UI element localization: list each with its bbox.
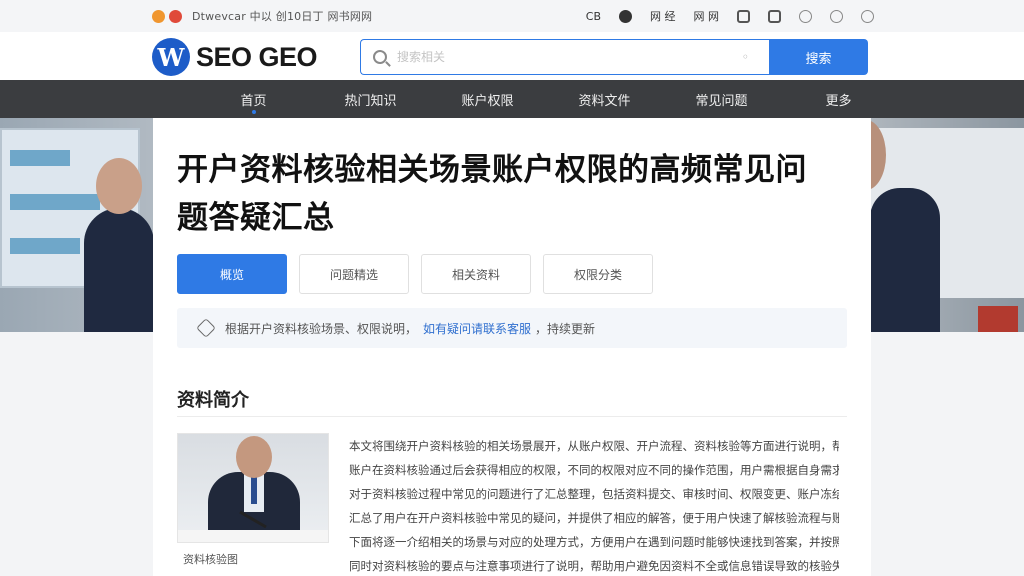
banner-person-right	[870, 188, 940, 332]
nav-item-home[interactable]: 首页	[195, 80, 312, 118]
article-thumbnail[interactable]	[177, 433, 329, 543]
status-left: Dtwevcar 中以 创10日丁 网书网网	[152, 8, 372, 24]
article-tabs: 概览 问题精选 相关资料 权限分类	[177, 254, 653, 294]
site-logo[interactable]: W SEO GEO	[152, 38, 318, 76]
status-item-lock	[768, 9, 781, 23]
section-title: 资料简介	[177, 390, 249, 411]
settings-icon	[799, 9, 812, 23]
status-item-record	[619, 9, 632, 23]
article-paragraph: 本文将围绕开户资料核验的相关场景展开，从账户权限、开户流程、资料核验等方面进行说…	[349, 439, 839, 453]
battery-icon	[737, 9, 750, 23]
page-title: 开户资料核验相关场景账户权限的高频常见问题答疑汇总	[177, 152, 807, 236]
record-icon	[619, 9, 632, 23]
status-text: Dtwevcar 中以 创10日丁 网书网网	[192, 10, 373, 23]
status-item-settings	[799, 9, 812, 23]
nav-item-faq[interactable]: 常见问题	[663, 80, 780, 118]
search-bar: ◦ 搜索	[360, 39, 868, 75]
lock-icon	[768, 9, 781, 23]
app-icon-red	[169, 9, 182, 23]
notice-tail: ，持续更新	[535, 321, 596, 336]
voice-icon[interactable]: ◦	[742, 50, 749, 64]
banner-person-left	[84, 208, 154, 332]
tab-questions[interactable]: 问题精选	[299, 254, 409, 294]
nav-item-permissions[interactable]: 账户权限	[429, 80, 546, 118]
search-box: ◦	[360, 39, 769, 75]
status-item-cb: CB	[585, 9, 601, 23]
article-paragraph: 同时对资料核验的要点与注意事项进行了说明，帮助用户避免因资料不全或信息错误导致的…	[349, 559, 839, 573]
status-item-battery	[737, 9, 750, 23]
nav-item-hot[interactable]: 热门知识	[312, 80, 429, 118]
user-icon	[830, 9, 843, 23]
notice-bar: 根据开户资料核验场景、权限说明， 如有疑问请联系客服 ，持续更新	[177, 308, 847, 348]
status-item-signal: 网 经	[650, 10, 676, 23]
search-button[interactable]: 搜索	[769, 39, 868, 75]
article-paragraph: 对于资料核验过程中常见的问题进行了汇总整理，包括资料提交、审核时间、权限变更、账…	[349, 487, 839, 501]
notice-icon	[196, 318, 216, 338]
status-item-network: 网 网	[693, 10, 720, 23]
tab-categories[interactable]: 权限分类	[543, 254, 653, 294]
search-input[interactable]	[397, 50, 742, 64]
app-icon-orange	[152, 9, 165, 23]
logo-mark-icon: W	[152, 38, 190, 76]
notice-link[interactable]: 如有疑问请联系客服	[423, 320, 531, 337]
search-icon	[373, 50, 387, 64]
status-item-user	[830, 9, 843, 23]
article-paragraph: 下面将逐一介绍相关的场景与对应的处理方式，方便用户在遇到问题时能够快速找到答案，…	[349, 535, 839, 549]
status-bar: Dtwevcar 中以 创10日丁 网书网网 CB 网 经 网 网	[0, 0, 1024, 32]
section-divider	[177, 416, 847, 417]
article-paragraph: 汇总了用户在开户资料核验中常见的疑问，并提供了相应的解答，便于用户快速了解核验流…	[349, 511, 839, 525]
nav-items: 首页 热门知识 账户权限 资料文件 常见问题 更多	[195, 80, 897, 118]
header: W SEO GEO ◦ 搜索	[0, 32, 1024, 80]
status-item-more	[861, 9, 874, 23]
article-card: 开户资料核验相关场景账户权限的高频常见问题答疑汇总 概览 问题精选 相关资料 权…	[153, 118, 871, 576]
notice-text: 根据开户资料核验场景、权限说明，	[225, 321, 418, 336]
nav-item-more[interactable]: 更多	[780, 80, 897, 118]
logo-text: SEO GEO	[196, 41, 318, 72]
nav-item-documents[interactable]: 资料文件	[546, 80, 663, 118]
banner-red-block	[978, 306, 1018, 332]
more-icon	[861, 9, 874, 23]
status-right: CB 网 经 网 网	[586, 8, 874, 24]
article-paragraph: 账户在资料核验通过后会获得相应的权限，不同的权限对应不同的操作范围，用户需根据自…	[349, 463, 839, 477]
tab-materials[interactable]: 相关资料	[421, 254, 531, 294]
article-body: 本文将围绕开户资料核验的相关场景展开，从账户权限、开户流程、资料核验等方面进行说…	[349, 434, 839, 576]
main-nav: 首页 热门知识 账户权限 资料文件 常见问题 更多	[0, 80, 1024, 118]
thumbnail-caption: 资料核验图	[183, 553, 238, 566]
banner-person-left-head	[96, 158, 142, 214]
tab-overview[interactable]: 概览	[177, 254, 287, 294]
